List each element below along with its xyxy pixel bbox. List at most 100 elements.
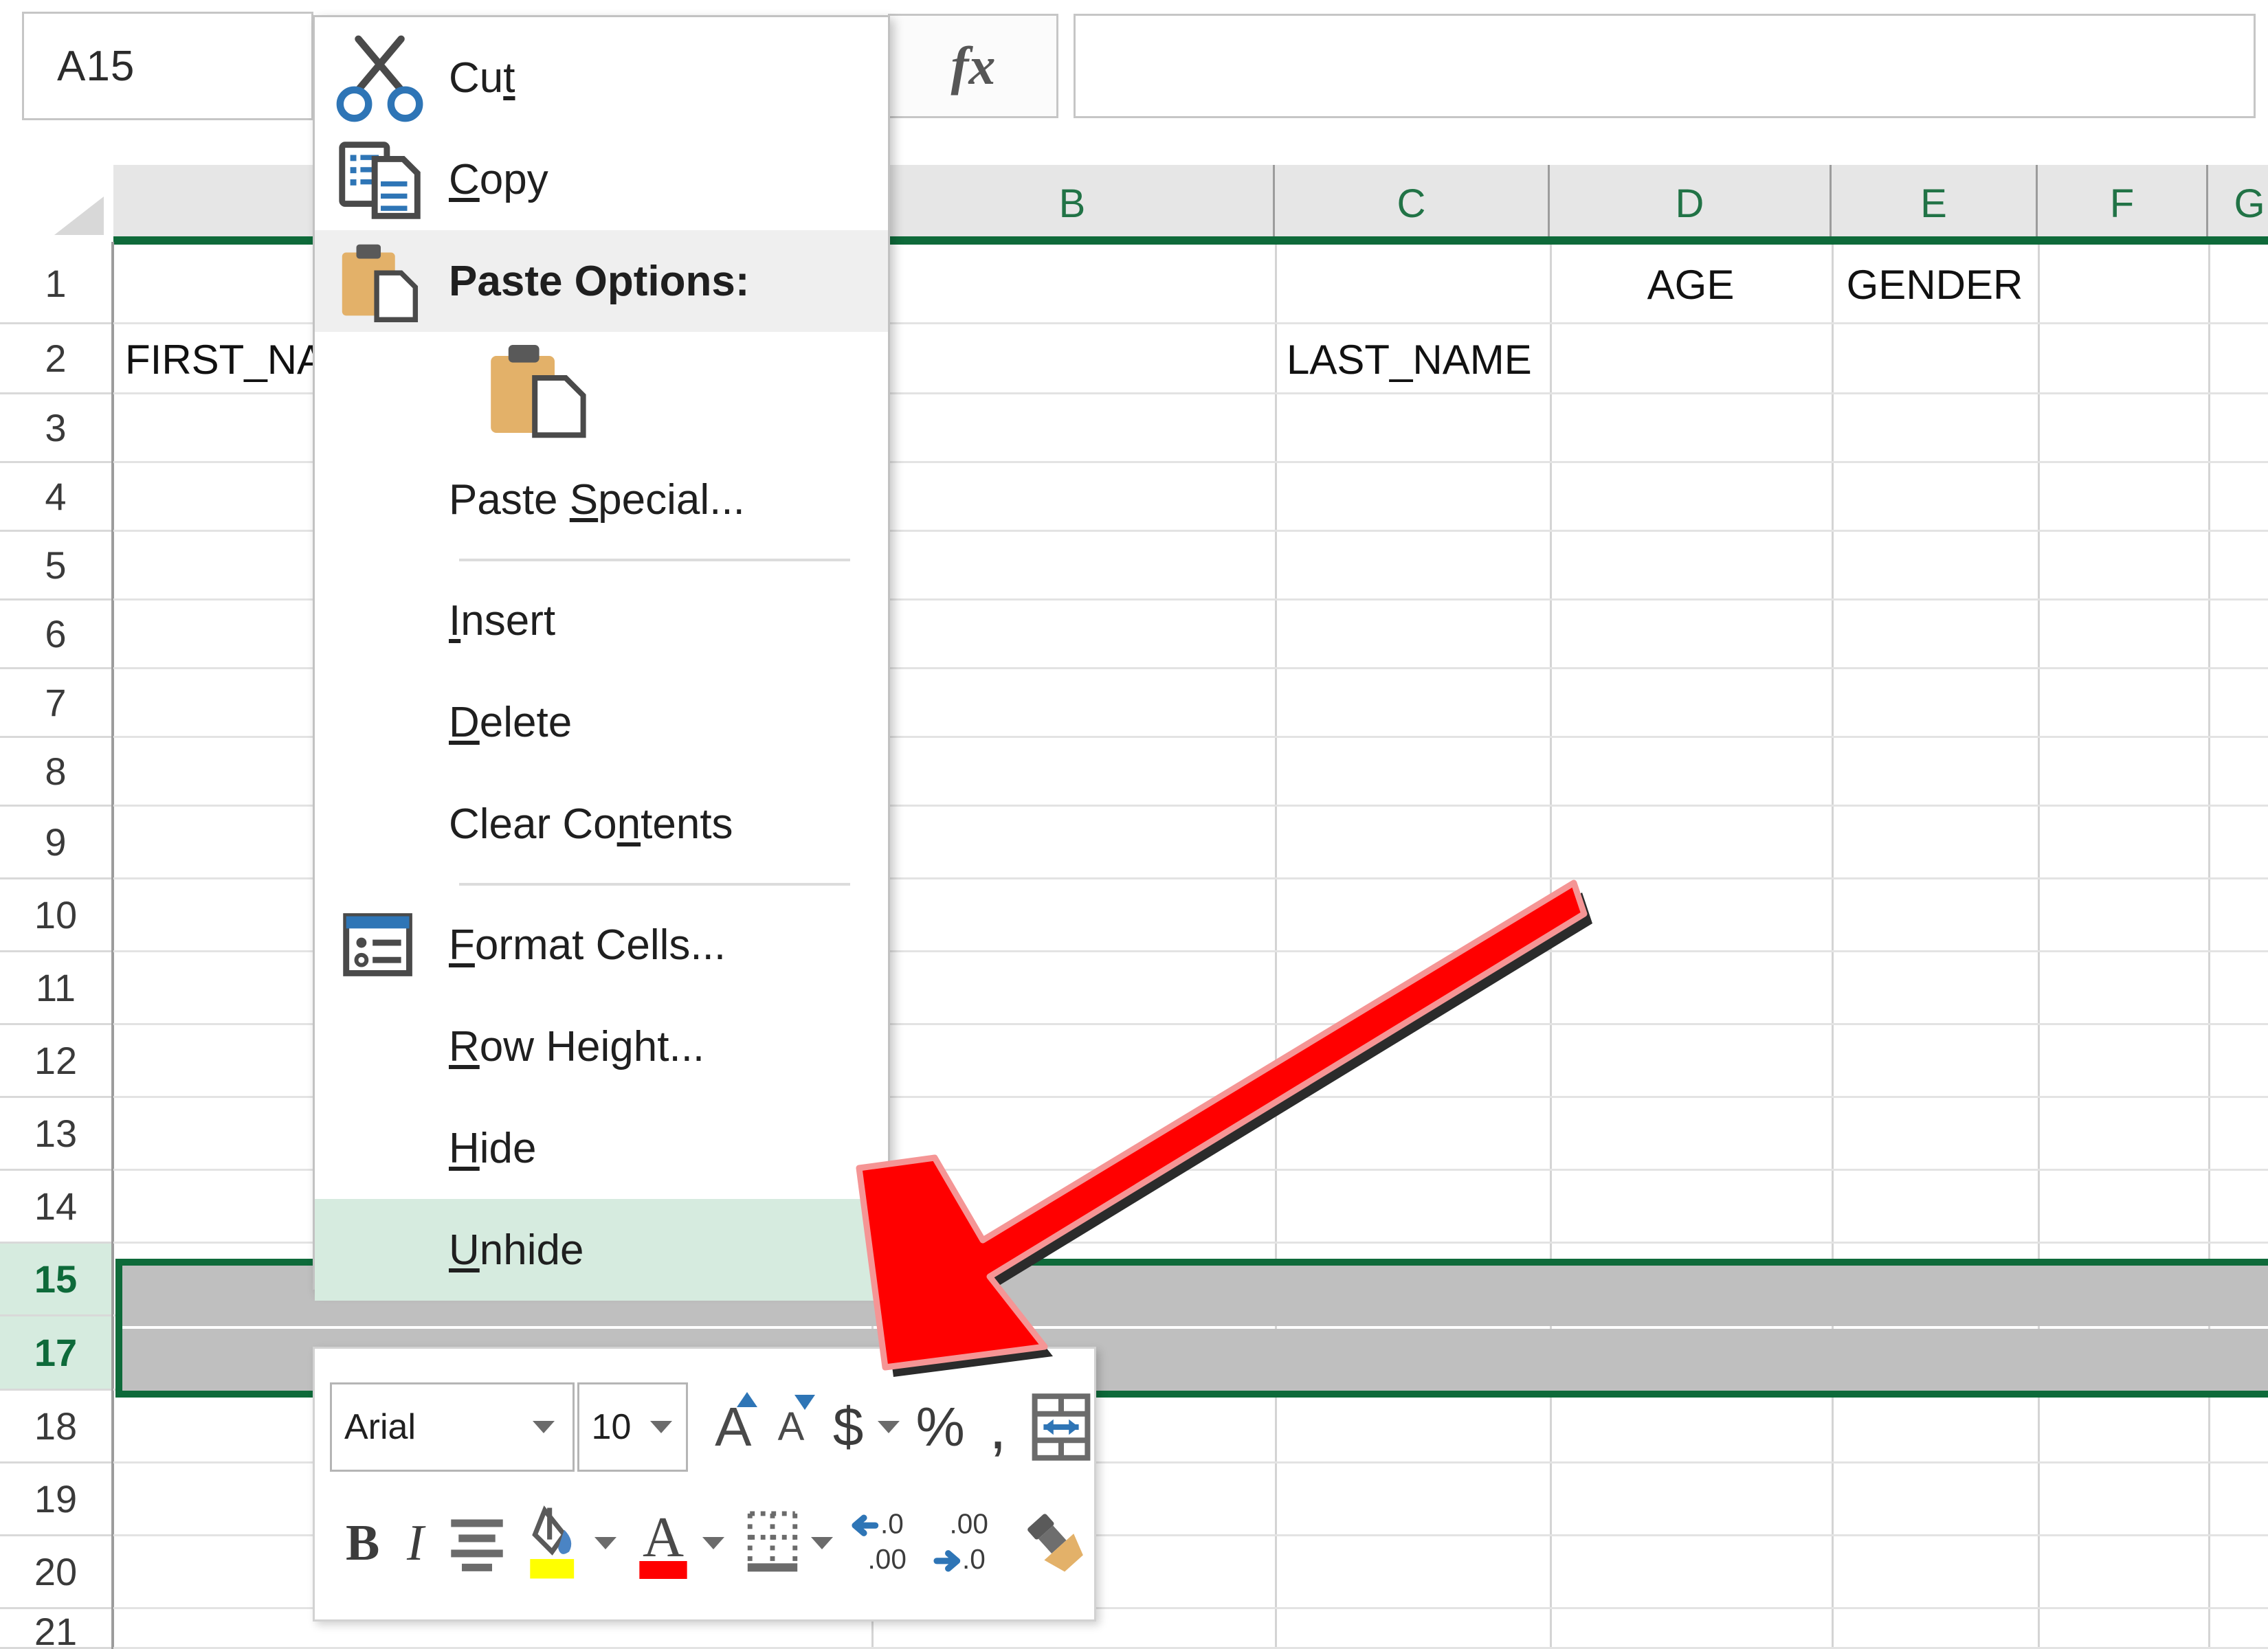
font-name-combo[interactable]: Arial (330, 1382, 575, 1472)
row-header-10[interactable]: 10 (0, 879, 111, 952)
row-height-icon-slot (315, 996, 449, 1097)
select-all-corner[interactable] (0, 165, 113, 242)
row-header-12[interactable]: 12 (0, 1025, 111, 1098)
row-header-18[interactable]: 18 (0, 1391, 111, 1463)
italic-icon[interactable]: I (390, 1495, 441, 1591)
menu-item-copy[interactable]: Copy (315, 128, 888, 230)
clear-contents-icon-slot (315, 773, 449, 875)
selection-border-left (115, 1259, 122, 1398)
menu-item-format-cells[interactable]: Format Cells... (315, 894, 888, 996)
row-header-7[interactable]: 7 (0, 669, 111, 738)
delete-icon-slot (315, 671, 449, 773)
insert-function-button[interactable]: fx (888, 14, 1058, 118)
menu-item-delete-label: Delete (449, 698, 572, 746)
down-triangle-icon (794, 1394, 815, 1410)
accounting-format-icon[interactable]: $ (825, 1382, 872, 1472)
menu-separator-2 (459, 883, 850, 886)
column-header-D[interactable]: D (1550, 165, 1832, 242)
scissors-icon (315, 27, 449, 128)
bold-icon[interactable]: B (335, 1495, 390, 1591)
svg-text:.0: .0 (962, 1543, 986, 1575)
center-align-icon[interactable] (441, 1495, 513, 1591)
font-color-caret-icon[interactable] (702, 1537, 725, 1549)
fx-icon: fx (950, 36, 996, 96)
comma-style-icon[interactable]: , (979, 1382, 1017, 1472)
svg-text:.00: .00 (949, 1507, 988, 1539)
decrease-decimal-icon[interactable]: .0 .00 (847, 1495, 929, 1591)
grow-font-icon[interactable]: A (703, 1382, 763, 1472)
column-header-F[interactable]: F (2038, 165, 2208, 242)
font-size-caret-icon[interactable] (650, 1420, 673, 1433)
menu-item-hide-label: Hide (449, 1124, 537, 1172)
menu-item-clear-contents-label: Clear Contents (449, 800, 733, 848)
row-header-2[interactable]: 2 (0, 324, 111, 394)
font-name-caret-icon[interactable] (532, 1420, 555, 1433)
name-box[interactable]: A15 (22, 12, 313, 120)
format-painter-icon[interactable] (1017, 1495, 1094, 1591)
menu-item-insert[interactable]: Insert (315, 570, 888, 671)
font-color-icon[interactable]: A (626, 1495, 702, 1591)
row-header-13[interactable]: 13 (0, 1098, 111, 1171)
row-header-15[interactable]: 15 (0, 1244, 111, 1316)
menu-item-row-height-label: Row Height... (449, 1022, 705, 1070)
mini-toolbar-row-2: B I A .0 .00 .00 .0 (315, 1492, 1094, 1595)
menu-item-paste-special[interactable]: Paste Special... (315, 449, 888, 550)
row-header-14[interactable]: 14 (0, 1171, 111, 1244)
svg-text:.00: .00 (867, 1543, 906, 1575)
paste-gallery-button[interactable] (315, 332, 888, 449)
menu-item-paste-options-label: Paste Options: (449, 257, 750, 305)
menu-item-cut[interactable]: Cut (315, 27, 888, 128)
cell-C2[interactable]: LAST_NAME (1277, 326, 1559, 393)
menu-item-insert-label: Insert (449, 596, 556, 644)
select-all-triangle-icon (54, 197, 104, 235)
unhide-icon-slot (315, 1199, 449, 1301)
paste-icon (315, 230, 449, 332)
fill-color-icon[interactable] (513, 1495, 592, 1591)
row-header-11[interactable]: 11 (0, 952, 111, 1025)
increase-decimal-icon[interactable]: .00 .0 (929, 1495, 1010, 1591)
cell-D1[interactable]: AGE (1550, 246, 1832, 323)
name-box-value: A15 (57, 42, 135, 90)
column-header-C[interactable]: C (1275, 165, 1550, 242)
column-header-E[interactable]: E (1832, 165, 2038, 242)
mini-formatting-toolbar[interactable]: Arial 10 A A $ % , B I A .0 .00 .00 .0 (313, 1347, 1096, 1622)
borders-caret-icon[interactable] (811, 1537, 834, 1549)
menu-item-clear-contents[interactable]: Clear Contents (315, 773, 888, 875)
column-header-G[interactable]: G (2208, 165, 2268, 242)
row-header-19[interactable]: 19 (0, 1463, 111, 1536)
svg-text:.0: .0 (880, 1507, 904, 1539)
menu-item-cut-label: Cut (449, 54, 515, 102)
shrink-font-icon[interactable]: A (763, 1382, 819, 1472)
row-header-17[interactable]: 17 (0, 1316, 111, 1391)
menu-item-unhide[interactable]: Unhide (315, 1199, 888, 1301)
fill-color-caret-icon[interactable] (594, 1537, 616, 1549)
menu-item-delete[interactable]: Delete (315, 671, 888, 773)
row-header-8[interactable]: 8 (0, 738, 111, 807)
row-header-4[interactable]: 4 (0, 463, 111, 532)
borders-icon[interactable] (735, 1495, 810, 1591)
row-header-5[interactable]: 5 (0, 532, 111, 601)
font-size-combo[interactable]: 10 (577, 1382, 689, 1472)
menu-item-paste-options[interactable]: Paste Options: (315, 230, 888, 332)
percent-style-icon[interactable]: % (912, 1382, 969, 1472)
menu-item-hide[interactable]: Hide (315, 1097, 888, 1199)
row-header-9[interactable]: 9 (0, 807, 111, 879)
row-header-6[interactable]: 6 (0, 601, 111, 669)
menu-item-unhide-label: Unhide (449, 1226, 584, 1274)
cell-E1[interactable]: GENDER (1832, 246, 2038, 323)
menu-item-row-height[interactable]: Row Height... (315, 996, 888, 1097)
cell-context-menu[interactable]: Cut Copy Paste Options: Paste Special...… (313, 15, 890, 1301)
font-name-value: Arial (344, 1406, 416, 1447)
menu-separator-1 (459, 559, 850, 561)
row-header-20[interactable]: 20 (0, 1536, 111, 1609)
copy-icon (315, 128, 449, 230)
row-header-3[interactable]: 3 (0, 394, 111, 463)
accounting-format-caret-icon[interactable] (877, 1420, 900, 1433)
formula-input[interactable] (1074, 14, 2256, 118)
menu-item-paste-special-label: Paste Special... (449, 475, 745, 524)
column-header-B[interactable]: B (871, 165, 1275, 242)
row-header-21[interactable]: 21 (0, 1609, 111, 1649)
row-header-1[interactable]: 1 (0, 245, 111, 324)
up-triangle-icon (737, 1391, 758, 1407)
merge-cells-icon[interactable] (1028, 1382, 1094, 1472)
